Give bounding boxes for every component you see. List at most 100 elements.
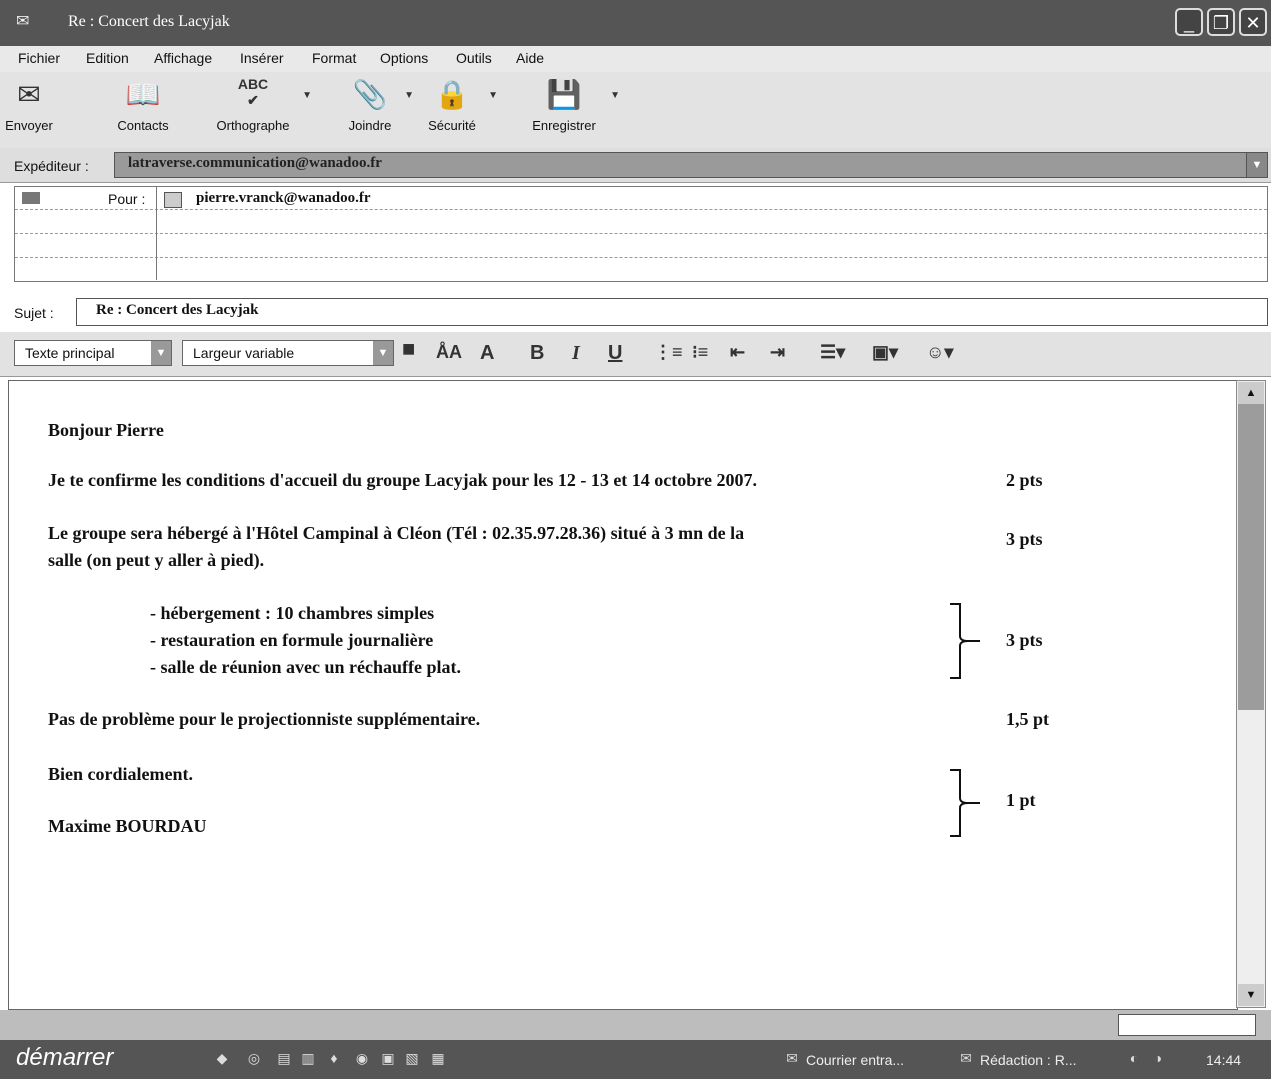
taskbar [0, 1040, 1271, 1079]
clock: 14:44 [1206, 1052, 1242, 1068]
text-effects-icon[interactable]: A [480, 342, 494, 365]
contact-card-icon [164, 192, 182, 208]
close-button[interactable]: ✕ [1239, 8, 1267, 36]
recipient-column-divider [156, 186, 157, 280]
score-annotation: 2 pts [1006, 470, 1043, 490]
score-annotation: 1 pt [1006, 790, 1036, 810]
menu-options[interactable]: Options [380, 50, 428, 66]
score-annotation: 1,5 pt [1006, 709, 1050, 729]
increase-indent-icon[interactable]: ⇥ [770, 342, 785, 363]
start-button[interactable]: démarrer [16, 1044, 113, 1072]
signature: Maxime BOURDAU [48, 816, 207, 836]
recipient-divider [15, 233, 1267, 234]
brace-annotation [950, 603, 980, 679]
chevron-down-icon[interactable]: ▼ [151, 341, 171, 365]
save-button[interactable]: 💾 Enregistrer ▼ [522, 76, 620, 133]
sender-value: latraverse.communication@wanadoo.fr [128, 155, 382, 171]
emoticon-icon[interactable]: ☺▾ [926, 342, 953, 363]
toolbar: ✉ Envoyer 📖 Contacts ABC ✔ Orthographe ▼ … [0, 72, 1271, 149]
subject-value: Re : Concert des Lacyjak [96, 302, 259, 318]
recipient-divider [15, 257, 1267, 258]
spellcheck-button[interactable]: ABC ✔ Orthographe ▼ [208, 76, 313, 133]
to-field[interactable]: pierre.vranck@wanadoo.fr [196, 190, 371, 207]
score-annotation: 3 pts [1006, 529, 1043, 549]
greeting: Bonjour Pierre [48, 420, 164, 440]
window-title: Re : Concert des Lacyjak [68, 13, 230, 30]
font-select[interactable]: Largeur variable ▼ [182, 340, 394, 366]
quicklaunch-icon[interactable]: ◉ [354, 1050, 370, 1066]
score-annotation: 3 pts [1006, 630, 1043, 650]
insert-picture-icon[interactable]: ▣▾ [872, 342, 898, 363]
menu-bar: Fichier Edition Affichage Insérer Format… [0, 46, 1271, 73]
menu-inserer[interactable]: Insérer [240, 50, 284, 66]
quicklaunch-icon[interactable]: ▦ [430, 1050, 446, 1066]
maximize-button[interactable]: ❐ [1207, 8, 1235, 36]
menu-fichier[interactable]: Fichier [18, 50, 60, 66]
text-color-icon[interactable]: ■ [402, 336, 415, 362]
menu-outils[interactable]: Outils [456, 50, 492, 66]
bullet-catering: - restauration en formule journalière [150, 630, 434, 650]
brace-annotation [950, 769, 980, 837]
envelope-icon [22, 192, 40, 204]
lock-icon: 🔒 [434, 79, 470, 110]
paragraph-style-value: Texte principal [25, 345, 115, 361]
send-button[interactable]: ✉ Envoyer [4, 76, 54, 133]
quicklaunch-icon[interactable]: ▣ [380, 1050, 396, 1066]
font-value: Largeur variable [193, 345, 295, 361]
save-dropdown-icon[interactable]: ▼ [610, 90, 620, 101]
spellcheck-dropdown-icon[interactable]: ▼ [302, 90, 312, 101]
attach-dropdown-icon[interactable]: ▼ [404, 90, 414, 101]
security-button[interactable]: 🔒 Sécurité ▼ [420, 76, 498, 133]
bullet-accommodation: - hébergement : 10 chambres simples [150, 603, 435, 623]
quicklaunch-icon[interactable]: ◆ [214, 1050, 230, 1066]
menu-format[interactable]: Format [312, 50, 356, 66]
outlook-express-icon: ✉ [16, 13, 30, 30]
attach-button[interactable]: 📎 Joindre ▼ [340, 76, 414, 133]
body-line-confirm: Je te confirme les conditions d'accueil … [48, 470, 757, 490]
mail-task-icon: ✉ [786, 1050, 798, 1066]
to-label[interactable]: Pour : [108, 191, 145, 207]
minimize-button[interactable]: _ [1175, 8, 1203, 36]
bold-button[interactable]: B [530, 342, 544, 365]
chevron-down-icon[interactable]: ▼ [1246, 152, 1268, 178]
quicklaunch-icon[interactable]: ◎ [246, 1050, 262, 1066]
body-line-hotel-cont: salle (on peut y aller à pied). [48, 550, 265, 570]
contacts-label: Contacts [117, 118, 169, 133]
send-label: Envoyer [5, 118, 53, 133]
status-panel [1118, 1014, 1256, 1036]
save-icon: 💾 [546, 79, 582, 110]
quicklaunch-icon[interactable]: ▤ [276, 1050, 292, 1066]
spellcheck-icon: ABC ✔ [237, 76, 269, 108]
align-icon[interactable]: ☰▾ [820, 342, 845, 363]
spellcheck-label: Orthographe [216, 118, 290, 133]
menu-edition[interactable]: Edition [86, 50, 129, 66]
attach-label: Joindre [348, 118, 392, 133]
body-line-projectionist: Pas de problème pour le projectionniste … [48, 709, 481, 729]
task-compose[interactable]: Rédaction : R... [980, 1052, 1077, 1068]
task-inbox[interactable]: Courrier entra... [806, 1052, 904, 1068]
save-label: Enregistrer [532, 118, 596, 133]
italic-button[interactable]: I [572, 342, 580, 365]
contacts-button[interactable]: 📖 Contacts [110, 76, 176, 133]
scroll-down-icon[interactable]: ▼ [1238, 984, 1264, 1006]
scroll-thumb[interactable] [1238, 404, 1264, 710]
font-size-icon[interactable]: ÅA [436, 342, 462, 363]
chevron-down-icon[interactable]: ▼ [373, 341, 393, 365]
quicklaunch-icon[interactable]: ♦ [326, 1050, 342, 1066]
security-dropdown-icon[interactable]: ▼ [488, 90, 498, 101]
decrease-indent-icon[interactable]: ⇤ [730, 342, 745, 363]
menu-aide[interactable]: Aide [516, 50, 544, 66]
network-tray-icon[interactable]: ◐ [1126, 1050, 1142, 1066]
numbered-list-icon[interactable]: ⋮≡ [654, 342, 683, 363]
bullet-meeting-room: - salle de réunion avec un réchauffe pla… [150, 657, 461, 677]
quicklaunch-icon[interactable]: ▥ [300, 1050, 316, 1066]
menu-affichage[interactable]: Affichage [154, 50, 212, 66]
scroll-up-icon[interactable]: ▲ [1238, 382, 1264, 404]
quicklaunch-icon[interactable]: ▧ [404, 1050, 420, 1066]
volume-tray-icon[interactable]: ◑ [1150, 1050, 1166, 1066]
bullet-list-icon[interactable]: ⁝≡ [692, 342, 708, 363]
recipient-divider [15, 209, 1267, 210]
body-line-hotel: Le groupe sera hébergé à l'Hôtel Campina… [48, 523, 745, 543]
paragraph-style-select[interactable]: Texte principal ▼ [14, 340, 172, 366]
underline-button[interactable]: U [608, 342, 622, 365]
